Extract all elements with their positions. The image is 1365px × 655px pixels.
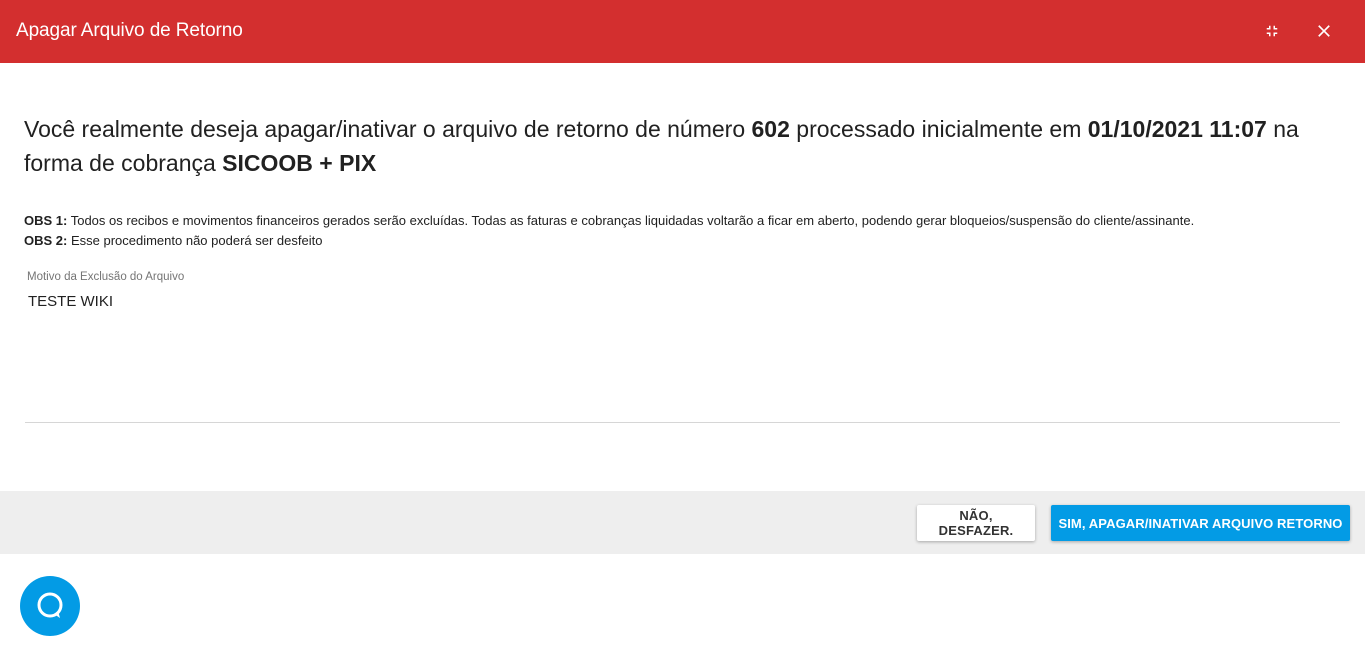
fullscreen-exit-icon — [1266, 25, 1278, 37]
close-button[interactable] — [1310, 17, 1338, 45]
chat-widget-button[interactable] — [20, 576, 80, 636]
cancel-button[interactable]: NÃO, DESFAZER. — [917, 505, 1035, 541]
dialog-header: Apagar Arquivo de Retorno — [0, 0, 1365, 63]
reason-field-input[interactable]: TESTE WIKI — [28, 293, 1328, 413]
billing-method: SICOOB + PIX — [222, 150, 377, 176]
reason-field-underline — [25, 422, 1340, 423]
observation-2-label: OBS 2: — [24, 233, 68, 248]
observation-1-text: Todos os recibos e movimentos financeiro… — [67, 213, 1195, 228]
message-text-2: processado inicialmente em — [789, 116, 1088, 142]
observation-2-text: Esse procedimento não poderá ser desfeit… — [67, 233, 323, 248]
message-text-1: Você realmente deseja apagar/inativar o … — [24, 116, 752, 142]
chat-icon — [37, 592, 63, 618]
dialog-title: Apagar Arquivo de Retorno — [16, 20, 243, 41]
file-number: 602 — [751, 116, 790, 142]
observation-1-label: OBS 1: — [24, 213, 68, 228]
confirmation-message: Você realmente deseja apagar/inativar o … — [24, 112, 1344, 180]
observation-2: OBS 2: Esse procedimento não poderá ser … — [24, 232, 1344, 249]
processed-datetime: 01/10/2021 11:07 — [1087, 116, 1267, 142]
observation-1: OBS 1: Todos os recibos e movimentos fin… — [24, 212, 1344, 229]
confirm-delete-button[interactable]: SIM, APAGAR/INATIVAR ARQUIVO RETORNO — [1051, 505, 1350, 541]
close-icon — [1318, 25, 1330, 37]
reason-field-label: Motivo da Exclusão do Arquivo — [27, 271, 185, 283]
collapse-button[interactable] — [1258, 17, 1286, 45]
